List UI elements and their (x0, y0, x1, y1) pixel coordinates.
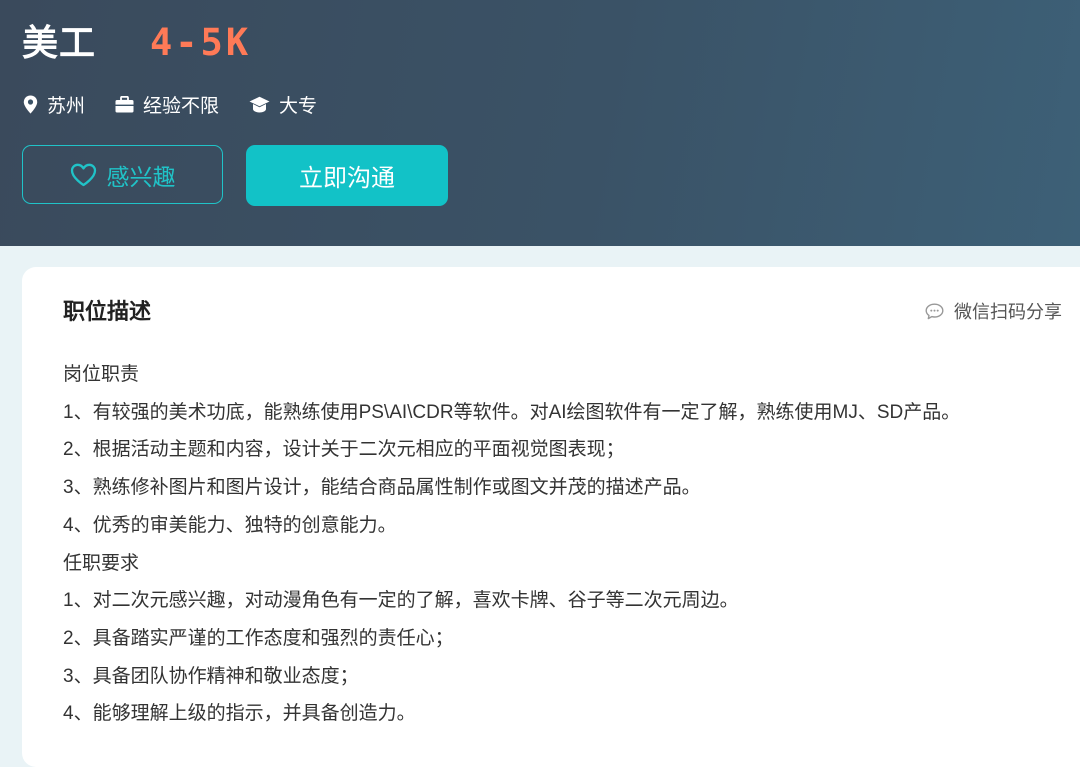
graduation-cap-icon (249, 96, 270, 112)
experience-text: 经验不限 (143, 95, 220, 117)
education: 大专 (249, 91, 317, 118)
description-line: 1、有较强的美术功底，能熟练使用PS\AI\CDR等软件。对AI绘图软件有一定了… (63, 401, 961, 423)
chat-now-button[interactable]: 立即沟通 (246, 145, 448, 206)
description-line: 岗位职责 (63, 364, 140, 385)
job-meta-row: 苏州 经验不限 大专 (23, 90, 347, 118)
description-line: 4、优秀的审美能力、独特的创意能力。 (63, 514, 397, 536)
chat-now-label: 立即沟通 (299, 165, 395, 192)
description-line: 3、具备团队协作精神和敬业态度； (63, 665, 359, 687)
job-title: 美工 (22, 22, 97, 63)
job-header: 美工 4-5K 苏州 经验不限 大专 感兴趣 立即沟通 (0, 0, 1080, 246)
briefcase-icon (115, 95, 134, 112)
location: 苏州 (23, 91, 85, 118)
section-title: 职位描述 (63, 299, 152, 324)
education-text: 大专 (279, 95, 318, 117)
location-pin-icon (23, 95, 38, 113)
description-line: 1、对二次元感兴趣，对动漫角色有一定的了解，喜欢卡牌、谷子等二次元周边。 (63, 590, 739, 612)
heart-icon (70, 163, 96, 186)
wechat-share-button[interactable]: 微信扫码分享 (925, 298, 1062, 324)
description-line: 2、具备踏实严谨的工作态度和强烈的责任心； (63, 627, 454, 649)
description-line: 3、熟练修补图片和图片设计，能结合商品属性制作或图文并茂的描述产品。 (63, 477, 701, 499)
description-line: 2、根据活动主题和内容，设计关于二次元相应的平面视觉图表现； (63, 439, 625, 461)
interest-button[interactable]: 感兴趣 (22, 145, 223, 204)
job-description-text: 岗位职责 1、有较强的美术功底，能熟练使用PS\AI\CDR等软件。对AI绘图软… (63, 356, 1073, 733)
chat-bubble-icon (925, 303, 944, 319)
salary: 4-5K (150, 21, 252, 64)
description-line: 4、能够理解上级的指示，并具备创造力。 (63, 703, 416, 725)
job-description-card: 职位描述 微信扫码分享 岗位职责 1、有较强的美术功底，能熟练使用PS\AI\C… (22, 267, 1080, 767)
location-text: 苏州 (47, 95, 86, 117)
description-line: 任职要求 (63, 552, 140, 574)
share-label: 微信扫码分享 (954, 302, 1062, 322)
interest-label: 感兴趣 (106, 163, 176, 190)
experience: 经验不限 (115, 91, 219, 118)
